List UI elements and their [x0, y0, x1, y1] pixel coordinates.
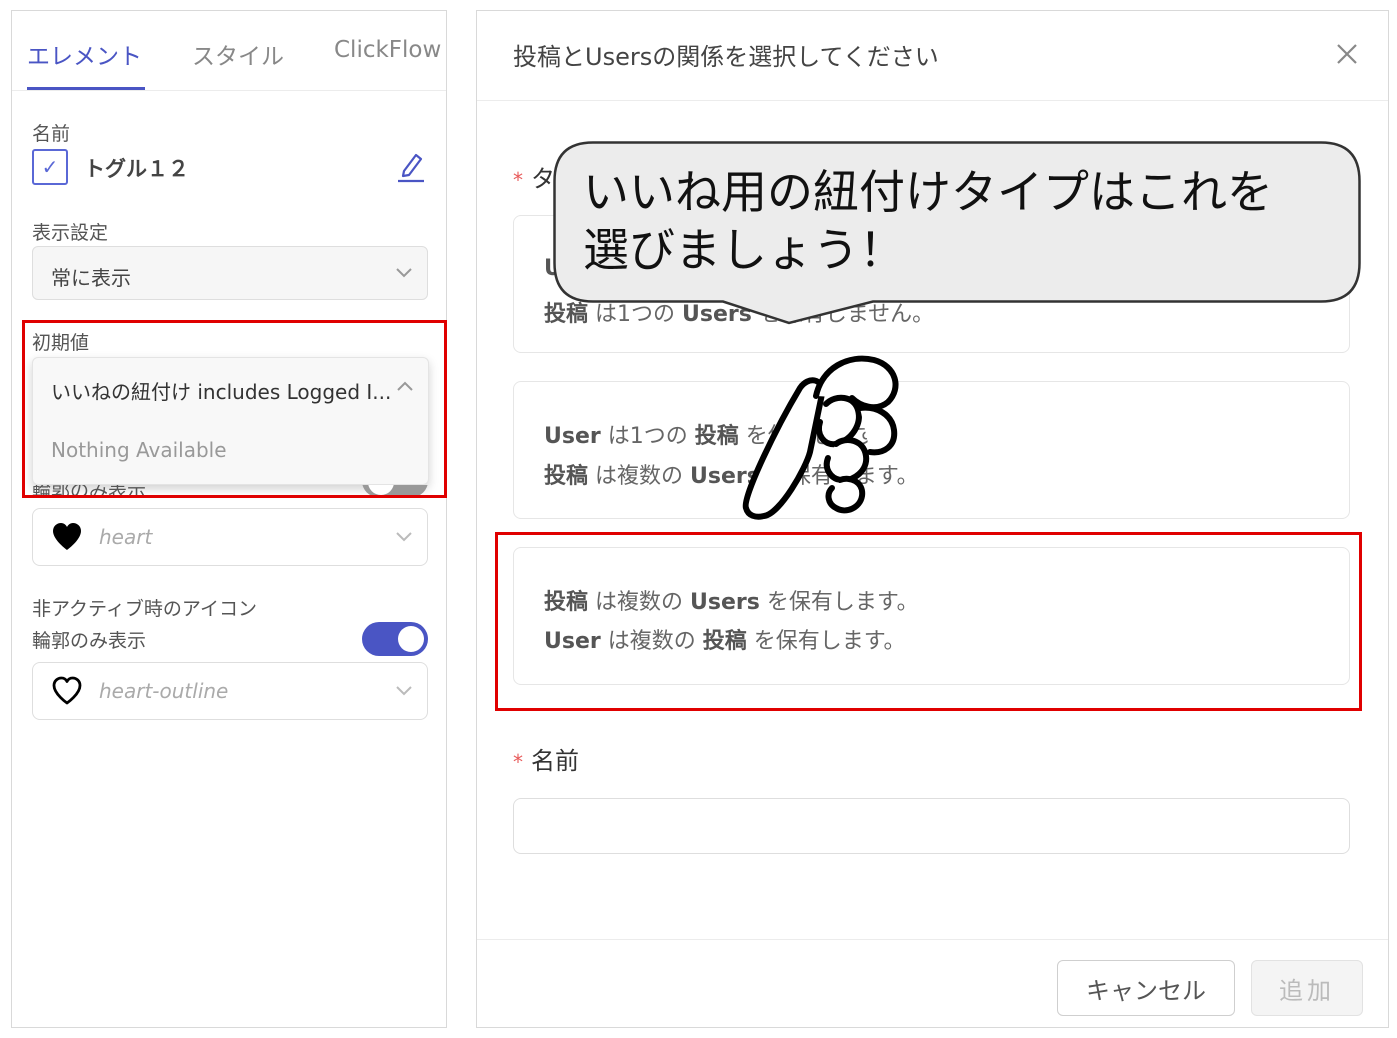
- heart-icon: [53, 523, 81, 550]
- relation-option-one-to-many[interactable]: User は1つの 投稿 を保有します。 投稿 は複数の Users を保有しま…: [513, 381, 1350, 519]
- name-field-label: * 名前: [513, 747, 579, 775]
- highlight-many-to-many-option: [495, 532, 1362, 711]
- tab-element[interactable]: エレメント: [27, 37, 142, 71]
- add-button[interactable]: 追加: [1251, 960, 1363, 1016]
- modal-header: 投稿とUsersの関係を選択してください: [477, 11, 1388, 101]
- element-name: トグル１２: [84, 157, 189, 181]
- pencil-icon[interactable]: [396, 149, 426, 183]
- active-tab-indicator: [27, 87, 145, 90]
- checkbox-element-icon: ✓: [32, 149, 68, 185]
- close-icon[interactable]: [1336, 43, 1358, 65]
- chevron-down-icon: [396, 686, 412, 696]
- inactive-outline-toggle[interactable]: [362, 622, 428, 656]
- chevron-down-icon: [396, 532, 412, 542]
- element-settings-panel: エレメント スタイル ClickFlow 名前 ✓ トグル１２ 表示設定 常に表…: [11, 10, 447, 1028]
- inactive-icon-label: 非アクティブ時のアイコン: [32, 598, 257, 620]
- element-name-row: ✓ トグル１２: [32, 147, 428, 187]
- modal-title: 投稿とUsersの関係を選択してください: [513, 43, 939, 71]
- highlight-initial-value: [22, 320, 447, 498]
- modal-footer: キャンセル 追加: [477, 939, 1388, 1029]
- name-label: 名前: [32, 123, 71, 145]
- name-input[interactable]: [513, 798, 1350, 854]
- inactive-outline-label: 輪郭のみ表示: [32, 630, 147, 652]
- inactive-icon-value: heart-outline: [99, 679, 229, 703]
- chevron-down-icon: [396, 268, 412, 278]
- panel-tabs: エレメント スタイル ClickFlow: [12, 11, 446, 91]
- speech-bubble: いいね用の紐付けタイプはこれを 選びましょう！: [553, 141, 1361, 325]
- display-setting-label: 表示設定: [32, 222, 109, 244]
- active-icon-select[interactable]: heart: [32, 508, 428, 566]
- cancel-button[interactable]: キャンセル: [1057, 960, 1235, 1016]
- active-icon-value: heart: [99, 525, 153, 549]
- type-label: * タ: [513, 165, 555, 193]
- tab-clickflow[interactable]: ClickFlow: [334, 37, 441, 63]
- tab-style[interactable]: スタイル: [192, 37, 284, 71]
- heart-outline-icon: [52, 676, 82, 705]
- pointing-hand-icon: [742, 355, 899, 520]
- inactive-icon-select[interactable]: heart-outline: [32, 662, 428, 720]
- display-setting-select[interactable]: 常に表示: [32, 246, 428, 300]
- speech-bubble-text: いいね用の紐付けタイプはこれを 選びましょう！: [583, 165, 1273, 277]
- display-setting-value: 常に表示: [51, 266, 131, 290]
